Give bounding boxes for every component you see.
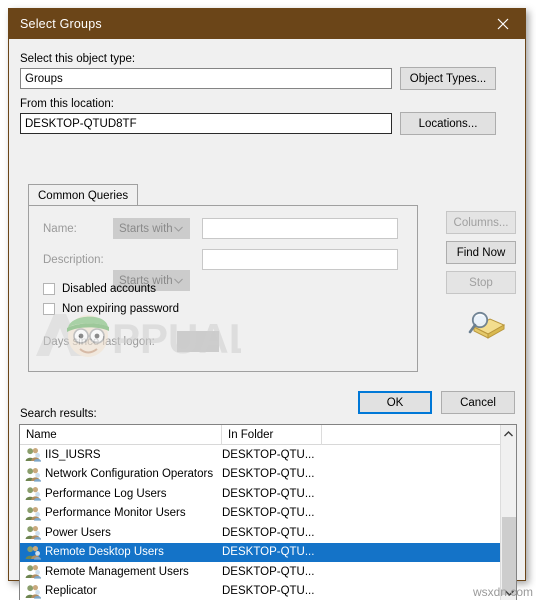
table-row[interactable]: Performance Monitor Users DESKTOP-QTU... xyxy=(20,504,516,524)
group-name-label: Replicator xyxy=(45,585,97,598)
list-rows: IIS_IUSRS DESKTOP-QTU... Network Configur… xyxy=(20,445,516,600)
tab-strip: Common Queries xyxy=(28,184,418,206)
group-name-label: IIS_IUSRS xyxy=(45,448,101,461)
row-folder-cell: DESKTOP-QTU... xyxy=(222,546,315,559)
vertical-scrollbar[interactable] xyxy=(500,425,516,600)
location-label: From this location: xyxy=(20,98,114,110)
table-row[interactable]: IIS_IUSRS DESKTOP-QTU... xyxy=(20,445,516,465)
list-header: Name In Folder xyxy=(20,425,516,445)
cancel-button[interactable]: Cancel xyxy=(441,391,515,414)
ok-button[interactable]: OK xyxy=(358,391,432,414)
row-name-cell: Remote Management Users xyxy=(20,564,222,579)
row-folder-cell: DESKTOP-QTU... xyxy=(222,526,315,539)
group-name-label: Performance Log Users xyxy=(45,487,167,500)
stop-button[interactable]: Stop xyxy=(446,271,516,294)
group-name-label: Performance Monitor Users xyxy=(45,507,186,520)
table-row[interactable]: Performance Log Users DESKTOP-QTU... xyxy=(20,484,516,504)
name-operator-value: Starts with xyxy=(119,222,173,235)
row-name-cell: Replicator xyxy=(20,584,222,599)
find-now-button[interactable]: Find Now xyxy=(446,241,516,264)
group-name-label: Remote Desktop Users xyxy=(45,546,164,559)
columns-button[interactable]: Columns... xyxy=(446,211,516,234)
disabled-accounts-checkbox-row[interactable]: Disabled accounts xyxy=(43,283,156,295)
location-input[interactable]: DESKTOP-QTUD8TF xyxy=(20,113,392,134)
disabled-accounts-checkbox[interactable] xyxy=(43,283,55,295)
name-value-input[interactable] xyxy=(202,218,398,239)
row-name-cell: Remote Desktop Users xyxy=(20,545,222,560)
non-expiring-password-checkbox-row[interactable]: Non expiring password xyxy=(43,303,179,315)
name-operator-dropdown[interactable]: Starts with xyxy=(113,218,190,239)
row-folder-cell: DESKTOP-QTU... xyxy=(222,487,315,500)
common-queries-panel: Name: Starts with Description: Starts wi… xyxy=(28,205,418,372)
chevron-down-icon xyxy=(174,223,183,235)
object-type-label: Select this object type: xyxy=(20,53,136,65)
column-header-name[interactable]: Name xyxy=(20,425,222,445)
window-title: Select Groups xyxy=(20,17,102,31)
description-label: Description: xyxy=(43,254,104,266)
title-bar: Select Groups xyxy=(9,9,525,39)
column-header-filler xyxy=(322,425,502,445)
screenshot-root: Select Groups Select this object type: G… xyxy=(0,0,536,600)
group-name-label: Power Users xyxy=(45,526,111,539)
group-name-label: Network Configuration Operators xyxy=(45,468,214,481)
disabled-accounts-label: Disabled accounts xyxy=(62,283,156,295)
close-icon[interactable] xyxy=(481,9,525,39)
search-results-label: Search results: xyxy=(20,408,97,420)
non-expiring-password-checkbox[interactable] xyxy=(43,303,55,315)
magnifier-search-icon xyxy=(466,307,506,346)
row-name-cell: Network Configuration Operators xyxy=(20,467,222,482)
row-folder-cell: DESKTOP-QTU... xyxy=(222,585,315,598)
days-since-logon-dropdown[interactable] xyxy=(177,331,219,352)
table-row[interactable]: Remote Desktop Users DESKTOP-QTU... xyxy=(20,542,516,562)
days-since-logon-label: Days since last logon: xyxy=(43,336,155,348)
row-folder-cell: DESKTOP-QTU... xyxy=(222,468,315,481)
site-watermark: wsxdn.com xyxy=(472,585,533,599)
column-header-in-folder[interactable]: In Folder xyxy=(222,425,322,445)
select-groups-dialog: Select Groups Select this object type: G… xyxy=(8,8,526,600)
table-row[interactable]: Network Configuration Operators DESKTOP-Q… xyxy=(20,465,516,485)
description-value-input[interactable] xyxy=(202,249,398,270)
locations-button[interactable]: Locations... xyxy=(400,112,496,135)
row-name-cell: IIS_IUSRS xyxy=(20,447,222,462)
table-row[interactable]: Power Users DESKTOP-QTU... xyxy=(20,523,516,543)
table-row[interactable]: Replicator DESKTOP-QTU... xyxy=(20,582,516,600)
non-expiring-password-label: Non expiring password xyxy=(62,303,179,315)
tab-common-queries[interactable]: Common Queries xyxy=(28,184,139,206)
name-label: Name: xyxy=(43,223,77,235)
chevron-down-icon xyxy=(174,275,183,287)
row-folder-cell: DESKTOP-QTU... xyxy=(222,507,315,520)
row-folder-cell: DESKTOP-QTU... xyxy=(222,448,315,461)
row-name-cell: Power Users xyxy=(20,525,222,540)
search-results-list[interactable]: Name In Folder IIS_IUSRS DESKTOP-QTU... N… xyxy=(19,424,517,600)
dialog-body: Select this object type: Groups Object T… xyxy=(9,39,525,600)
object-types-button[interactable]: Object Types... xyxy=(400,67,496,90)
group-name-label: Remote Management Users xyxy=(45,565,189,578)
object-type-input[interactable]: Groups xyxy=(20,68,392,89)
row-folder-cell: DESKTOP-QTU... xyxy=(222,565,315,578)
scroll-up-icon[interactable] xyxy=(501,425,516,442)
table-row[interactable]: Remote Management Users DESKTOP-QTU... xyxy=(20,562,516,582)
row-name-cell: Performance Monitor Users xyxy=(20,506,222,521)
row-name-cell: Performance Log Users xyxy=(20,486,222,501)
